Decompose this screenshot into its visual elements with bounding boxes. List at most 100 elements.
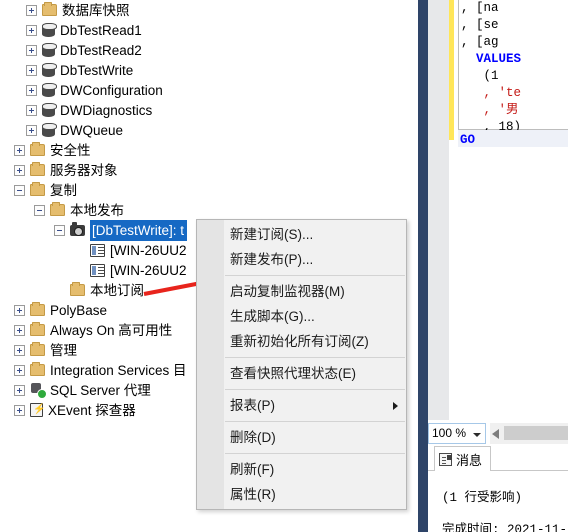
messages-icon (439, 452, 452, 466)
tree-node[interactable]: DbTestRead2 (0, 40, 418, 60)
menu-item-label: 报表(P) (230, 398, 275, 413)
chevron-down-icon[interactable] (473, 433, 481, 437)
sql-code-line: , [ag (461, 35, 499, 49)
tree-node[interactable]: DbTestRead1 (0, 20, 418, 40)
folder-icon (30, 322, 45, 336)
tree-node-label: PolyBase (50, 302, 108, 318)
tree-node[interactable]: DWConfiguration (0, 80, 418, 100)
tree-node-label: [WIN-26UU2 (110, 242, 187, 258)
expand-icon[interactable] (14, 324, 25, 336)
expand-icon[interactable] (14, 364, 25, 376)
collapse-icon[interactable] (34, 204, 45, 216)
agent-icon (30, 383, 47, 399)
sql-go-line[interactable]: GO (458, 130, 568, 147)
menu-item[interactable]: 新建发布(P)... (197, 247, 406, 272)
sql-code-line: , '男 (461, 103, 519, 117)
expand-icon[interactable] (26, 84, 37, 96)
sql-code-block[interactable]: , [na, [se, [ag VALUES (1 , 'te , '男 , 1… (458, 0, 568, 134)
tree-node-label: XEvent 探查器 (48, 402, 136, 418)
expand-icon[interactable] (14, 144, 25, 156)
message-line-rows-affected: (1 行受影响) (442, 491, 523, 505)
tree-node-label: DWQueue (60, 122, 124, 138)
tree-node[interactable]: 数据库快照 (0, 0, 418, 20)
sql-code-line: , [se (461, 18, 499, 32)
expand-icon[interactable] (26, 44, 37, 56)
folder-icon (30, 142, 45, 156)
tree-node-label: 本地发布 (70, 202, 124, 218)
menu-item[interactable]: 报表(P) (197, 393, 406, 418)
menu-item[interactable]: 属性(R) (197, 482, 406, 507)
tree-node[interactable]: 本地发布 (0, 200, 418, 220)
no-toggle-spacer (54, 285, 65, 296)
menu-item-label: 查看快照代理状态(E) (230, 366, 356, 381)
tree-node-label: DWDiagnostics (60, 102, 153, 118)
menu-item[interactable]: 删除(D) (197, 425, 406, 450)
expand-icon[interactable] (26, 104, 37, 116)
xevent-icon (30, 402, 45, 417)
tree-node-label: 复制 (50, 182, 77, 198)
tree-node-label: Integration Services 目 (50, 362, 187, 378)
tree-node[interactable]: DWDiagnostics (0, 100, 418, 120)
collapse-icon[interactable] (14, 184, 25, 196)
tree-node[interactable]: DWQueue (0, 120, 418, 140)
pane-splitter[interactable] (418, 0, 428, 532)
expand-icon[interactable] (14, 164, 25, 176)
scroll-left-icon[interactable] (492, 429, 499, 439)
query-editor-pane[interactable]: , [na, [se, [ag VALUES (1 , 'te , '男 , 1… (428, 0, 568, 532)
expand-icon[interactable] (26, 24, 37, 36)
database-icon (42, 103, 57, 117)
expand-icon[interactable] (26, 64, 37, 76)
tree-node[interactable]: 安全性 (0, 140, 418, 160)
expand-icon[interactable] (14, 404, 25, 416)
publication-icon (70, 221, 85, 236)
tree-node-label: DWConfiguration (60, 82, 163, 98)
expand-icon[interactable] (14, 304, 25, 316)
menu-item-label: 重新初始化所有订阅(Z) (230, 334, 369, 349)
folder-icon (50, 202, 65, 216)
menu-item[interactable]: 重新初始化所有订阅(Z) (197, 329, 406, 354)
scrollbar-thumb[interactable] (504, 426, 568, 440)
tree-node-label: 数据库快照 (62, 2, 130, 18)
menu-item[interactable]: 新建订阅(S)... (197, 222, 406, 247)
menu-item-label: 刷新(F) (230, 462, 275, 477)
expand-icon[interactable] (14, 344, 25, 356)
tree-node-label: DbTestRead1 (60, 22, 142, 38)
expand-icon[interactable] (14, 384, 25, 396)
expand-icon[interactable] (26, 124, 37, 136)
editor-gutter (428, 0, 449, 420)
subscription-icon (90, 263, 105, 277)
tree-node-label: 管理 (50, 342, 77, 358)
folder-icon (70, 282, 85, 296)
menu-item[interactable]: 查看快照代理状态(E) (197, 361, 406, 386)
context-menu[interactable]: 新建订阅(S)... 新建发布(P)... 启动复制监视器(M) 生成脚本(G)...… (196, 219, 407, 510)
collapse-icon[interactable] (54, 224, 65, 236)
sql-code-line: (1 (461, 69, 499, 83)
horizontal-scrollbar[interactable] (490, 423, 568, 444)
editor-change-bar (449, 0, 454, 140)
menu-item[interactable]: 启动复制监视器(M) (197, 279, 406, 304)
tree-node-label: SQL Server 代理 (50, 382, 151, 398)
menu-item[interactable]: 生成脚本(G)... (197, 304, 406, 329)
menu-item[interactable]: 刷新(F) (197, 457, 406, 482)
expand-icon[interactable] (26, 4, 37, 16)
tree-node[interactable]: DbTestWrite (0, 60, 418, 80)
zoom-level-value: 100 % (432, 426, 467, 440)
zoom-level-combobox[interactable]: 100 % (428, 423, 486, 444)
menu-item-label: 属性(R) (230, 487, 276, 502)
database-icon (42, 63, 57, 77)
menu-item-label: 启动复制监视器(M) (230, 284, 345, 299)
tree-node-label: 服务器对象 (50, 162, 118, 178)
tree-node[interactable]: 复制 (0, 180, 418, 200)
folder-icon (30, 162, 45, 176)
tree-node[interactable]: 服务器对象 (0, 160, 418, 180)
tree-node-label: [DbTestWrite]: t (90, 219, 188, 241)
tree-node-label: 本地订阅 (90, 282, 144, 298)
tab-messages[interactable]: 消息 (434, 446, 492, 471)
tree-node-label: 安全性 (50, 142, 91, 158)
folder-icon (30, 302, 45, 316)
folder-icon (42, 2, 57, 16)
ssms-window: 数据库快照 DbTestRead1 DbTestRead2 DbTestWrite DW… (0, 0, 568, 532)
go-keyword: GO (460, 133, 476, 147)
tree-node-label: [WIN-26UU2 (110, 262, 187, 278)
menu-item-label: 新建发布(P)... (230, 252, 314, 267)
